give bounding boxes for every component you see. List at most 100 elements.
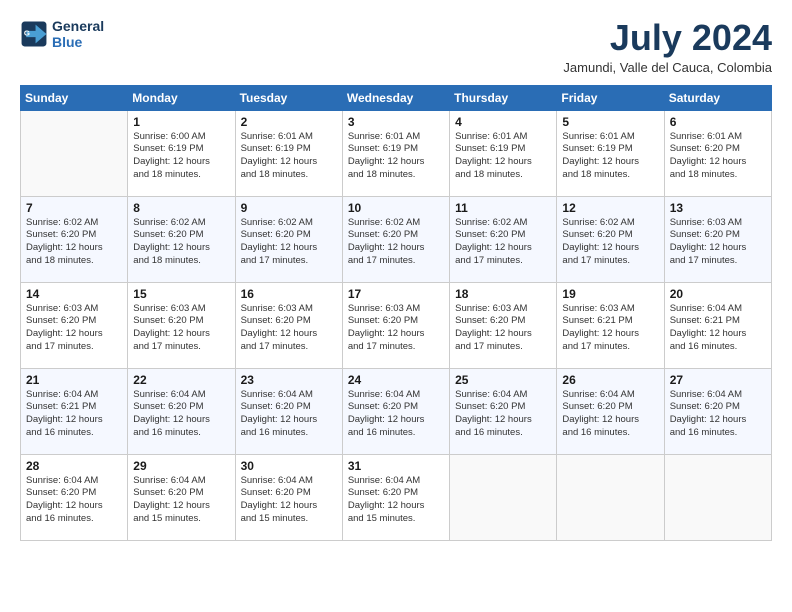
day-info: Sunrise: 6:02 AM Sunset: 6:20 PM Dayligh… xyxy=(241,217,337,268)
calendar-cell: 16 Sunrise: 6:03 AM Sunset: 6:20 PM Dayli… xyxy=(235,282,342,368)
day-info: Sunrise: 6:01 AM Sunset: 6:19 PM Dayligh… xyxy=(455,131,551,182)
day-info: Sunrise: 6:03 AM Sunset: 6:20 PM Dayligh… xyxy=(455,303,551,354)
day-number: 27 xyxy=(670,373,766,387)
day-info: Sunrise: 6:03 AM Sunset: 6:20 PM Dayligh… xyxy=(241,303,337,354)
day-info: Sunrise: 6:04 AM Sunset: 6:20 PM Dayligh… xyxy=(241,389,337,440)
calendar: SundayMondayTuesdayWednesdayThursdayFrid… xyxy=(20,85,772,541)
month-year: July 2024 xyxy=(563,18,772,58)
day-info: Sunrise: 6:02 AM Sunset: 6:20 PM Dayligh… xyxy=(133,217,229,268)
day-number: 21 xyxy=(26,373,122,387)
calendar-week-row: 7 Sunrise: 6:02 AM Sunset: 6:20 PM Daylig… xyxy=(21,196,772,282)
day-number: 18 xyxy=(455,287,551,301)
day-info: Sunrise: 6:04 AM Sunset: 6:20 PM Dayligh… xyxy=(133,389,229,440)
day-number: 7 xyxy=(26,201,122,215)
calendar-cell: 5 Sunrise: 6:01 AM Sunset: 6:19 PM Daylig… xyxy=(557,110,664,196)
calendar-cell xyxy=(21,110,128,196)
calendar-cell: 4 Sunrise: 6:01 AM Sunset: 6:19 PM Daylig… xyxy=(450,110,557,196)
day-info: Sunrise: 6:04 AM Sunset: 6:20 PM Dayligh… xyxy=(348,389,444,440)
day-number: 15 xyxy=(133,287,229,301)
calendar-cell: 10Sunrise: 6:02 AM Sunset: 6:20 PM Dayli… xyxy=(342,196,449,282)
day-number: 20 xyxy=(670,287,766,301)
day-number: 26 xyxy=(562,373,658,387)
day-info: Sunrise: 6:00 AM Sunset: 6:19 PM Dayligh… xyxy=(133,131,229,182)
day-number: 1 xyxy=(133,115,229,129)
day-info: Sunrise: 6:04 AM Sunset: 6:21 PM Dayligh… xyxy=(26,389,122,440)
location: Jamundi, Valle del Cauca, Colombia xyxy=(563,60,772,75)
calendar-day-header: Saturday xyxy=(664,85,771,110)
day-info: Sunrise: 6:04 AM Sunset: 6:20 PM Dayligh… xyxy=(455,389,551,440)
day-number: 19 xyxy=(562,287,658,301)
day-info: Sunrise: 6:01 AM Sunset: 6:19 PM Dayligh… xyxy=(241,131,337,182)
day-number: 31 xyxy=(348,459,444,473)
day-number: 5 xyxy=(562,115,658,129)
day-info: Sunrise: 6:03 AM Sunset: 6:21 PM Dayligh… xyxy=(562,303,658,354)
day-info: Sunrise: 6:03 AM Sunset: 6:20 PM Dayligh… xyxy=(133,303,229,354)
day-info: Sunrise: 6:04 AM Sunset: 6:21 PM Dayligh… xyxy=(670,303,766,354)
day-info: Sunrise: 6:03 AM Sunset: 6:20 PM Dayligh… xyxy=(348,303,444,354)
day-number: 16 xyxy=(241,287,337,301)
day-number: 28 xyxy=(26,459,122,473)
day-number: 10 xyxy=(348,201,444,215)
calendar-cell: 6 Sunrise: 6:01 AM Sunset: 6:20 PM Daylig… xyxy=(664,110,771,196)
calendar-day-header: Thursday xyxy=(450,85,557,110)
calendar-cell: 2 Sunrise: 6:01 AM Sunset: 6:19 PM Daylig… xyxy=(235,110,342,196)
calendar-cell: 11 Sunrise: 6:02 AM Sunset: 6:20 PM Dayli… xyxy=(450,196,557,282)
day-number: 24 xyxy=(348,373,444,387)
calendar-day-header: Monday xyxy=(128,85,235,110)
day-info: Sunrise: 6:03 AM Sunset: 6:20 PM Dayligh… xyxy=(670,217,766,268)
calendar-cell: 3Sunrise: 6:01 AM Sunset: 6:19 PM Daylig… xyxy=(342,110,449,196)
day-number: 9 xyxy=(241,201,337,215)
calendar-week-row: 14 Sunrise: 6:03 AM Sunset: 6:20 PM Dayli… xyxy=(21,282,772,368)
day-info: Sunrise: 6:01 AM Sunset: 6:19 PM Dayligh… xyxy=(562,131,658,182)
calendar-cell: 31Sunrise: 6:04 AM Sunset: 6:20 PM Dayli… xyxy=(342,454,449,540)
calendar-cell: 29 Sunrise: 6:04 AM Sunset: 6:20 PM Dayli… xyxy=(128,454,235,540)
day-info: Sunrise: 6:02 AM Sunset: 6:20 PM Dayligh… xyxy=(26,217,122,268)
calendar-cell: 23 Sunrise: 6:04 AM Sunset: 6:20 PM Dayli… xyxy=(235,368,342,454)
day-info: Sunrise: 6:04 AM Sunset: 6:20 PM Dayligh… xyxy=(670,389,766,440)
day-info: Sunrise: 6:02 AM Sunset: 6:20 PM Dayligh… xyxy=(455,217,551,268)
day-info: Sunrise: 6:04 AM Sunset: 6:20 PM Dayligh… xyxy=(133,475,229,526)
calendar-cell: 28 Sunrise: 6:04 AM Sunset: 6:20 PM Dayli… xyxy=(21,454,128,540)
day-number: 6 xyxy=(670,115,766,129)
calendar-cell: 8 Sunrise: 6:02 AM Sunset: 6:20 PM Daylig… xyxy=(128,196,235,282)
logo-text: General Blue xyxy=(52,18,104,50)
day-number: 25 xyxy=(455,373,551,387)
calendar-cell: 17 Sunrise: 6:03 AM Sunset: 6:20 PM Dayli… xyxy=(342,282,449,368)
day-number: 29 xyxy=(133,459,229,473)
day-number: 30 xyxy=(241,459,337,473)
calendar-cell: 25 Sunrise: 6:04 AM Sunset: 6:20 PM Dayli… xyxy=(450,368,557,454)
calendar-cell: 15 Sunrise: 6:03 AM Sunset: 6:20 PM Dayli… xyxy=(128,282,235,368)
calendar-cell xyxy=(557,454,664,540)
calendar-cell: 22 Sunrise: 6:04 AM Sunset: 6:20 PM Dayli… xyxy=(128,368,235,454)
calendar-week-row: 1 Sunrise: 6:00 AM Sunset: 6:19 PM Daylig… xyxy=(21,110,772,196)
day-info: Sunrise: 6:01 AM Sunset: 6:20 PM Dayligh… xyxy=(670,131,766,182)
day-number: 4 xyxy=(455,115,551,129)
calendar-cell: 24 Sunrise: 6:04 AM Sunset: 6:20 PM Dayli… xyxy=(342,368,449,454)
calendar-cell: 20 Sunrise: 6:04 AM Sunset: 6:21 PM Dayli… xyxy=(664,282,771,368)
day-number: 22 xyxy=(133,373,229,387)
calendar-cell: 18 Sunrise: 6:03 AM Sunset: 6:20 PM Dayli… xyxy=(450,282,557,368)
day-number: 2 xyxy=(241,115,337,129)
calendar-cell xyxy=(664,454,771,540)
calendar-cell: 30 Sunrise: 6:04 AM Sunset: 6:20 PM Dayli… xyxy=(235,454,342,540)
day-info: Sunrise: 6:04 AM Sunset: 6:20 PM Dayligh… xyxy=(26,475,122,526)
day-info: Sunrise: 6:03 AM Sunset: 6:20 PM Dayligh… xyxy=(26,303,122,354)
calendar-day-header: Wednesday xyxy=(342,85,449,110)
day-number: 13 xyxy=(670,201,766,215)
day-number: 8 xyxy=(133,201,229,215)
calendar-cell: 1 Sunrise: 6:00 AM Sunset: 6:19 PM Daylig… xyxy=(128,110,235,196)
calendar-cell: 9 Sunrise: 6:02 AM Sunset: 6:20 PM Daylig… xyxy=(235,196,342,282)
day-number: 11 xyxy=(455,201,551,215)
page: G General Blue July 2024 Jamundi, Valle … xyxy=(0,0,792,551)
calendar-cell: 13 Sunrise: 6:03 AM Sunset: 6:20 PM Dayli… xyxy=(664,196,771,282)
day-number: 23 xyxy=(241,373,337,387)
calendar-cell: 19 Sunrise: 6:03 AM Sunset: 6:21 PM Dayli… xyxy=(557,282,664,368)
day-info: Sunrise: 6:04 AM Sunset: 6:20 PM Dayligh… xyxy=(241,475,337,526)
calendar-day-header: Friday xyxy=(557,85,664,110)
calendar-day-header: Sunday xyxy=(21,85,128,110)
day-info: Sunrise: 6:02 AM Sunset: 6:20 PM Dayligh… xyxy=(562,217,658,268)
day-number: 17 xyxy=(348,287,444,301)
calendar-day-header: Tuesday xyxy=(235,85,342,110)
day-number: 3 xyxy=(348,115,444,129)
day-number: 14 xyxy=(26,287,122,301)
